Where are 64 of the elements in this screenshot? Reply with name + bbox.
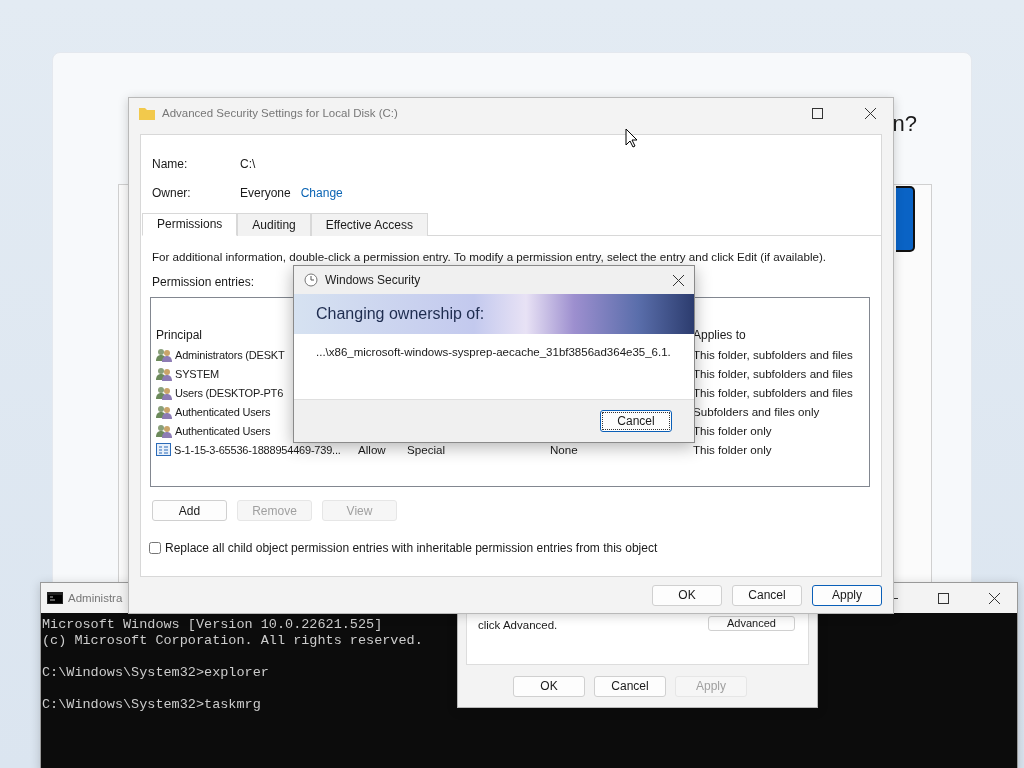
checkbox[interactable] [149, 542, 161, 554]
table-cell-text: Special [407, 442, 447, 458]
banner-title: Changing ownership of: [316, 305, 485, 323]
principal-name: S-1-15-3-65536-1888954469-739... [174, 443, 341, 456]
tab[interactable]: Auditing [237, 213, 311, 236]
table-cell-text: This folder only [693, 423, 773, 439]
window-title: Advanced Security Settings for Local Disk (C:) [162, 107, 398, 119]
field-value: Everyone [240, 185, 291, 200]
close-icon [672, 274, 684, 286]
primary-button-edge[interactable] [896, 186, 915, 252]
table-cell-text: None [550, 442, 579, 458]
dialog-note: click Advanced. [478, 619, 558, 633]
cancel-button[interactable]: Cancel [600, 410, 672, 432]
dialog-button[interactable]: Apply [812, 584, 882, 606]
users-icon [156, 366, 172, 381]
maximize-icon [937, 592, 949, 604]
console-line: (c) Microsoft Corporation. All rights reserved. [42, 633, 423, 649]
clock-icon [304, 273, 318, 287]
table-cell-text: This folder, subfolders and files [693, 366, 854, 382]
console-line: C:\Windows\System32>explorer [42, 665, 269, 681]
window-title: Windows Security [325, 273, 421, 287]
close-icon [864, 107, 876, 119]
table-cell-text: This folder, subfolders and files [693, 347, 854, 363]
table-cell-text: Allow [358, 442, 387, 458]
close-icon [988, 592, 1000, 604]
principal-name: Authenticated Users [175, 424, 271, 437]
app-grid-icon [156, 443, 171, 456]
folder-icon [139, 106, 155, 120]
column-header: Principal [156, 327, 204, 344]
console-line: Microsoft Windows [Version 10.0.22621.525] [42, 617, 383, 633]
field-value: C:\ [240, 156, 256, 171]
instructions-text: For additional information, double-click a permission entry. To modify a permission entry, select the entry and click Edit (if available). [152, 250, 827, 263]
table-cell-text: This folder, subfolders and files [693, 385, 854, 401]
principal-name: SYSTEM [175, 367, 220, 380]
tab[interactable]: Effective Access [310, 213, 428, 236]
dialog-button[interactable]: Cancel [732, 584, 802, 606]
window-heading: n? [892, 111, 917, 137]
window-title: Administra [68, 592, 123, 604]
entry-button[interactable]: Add [152, 500, 227, 521]
users-icon [156, 404, 172, 419]
column-header: Applies to [693, 327, 747, 344]
field-label: Owner: [152, 185, 192, 200]
users-icon [156, 385, 172, 400]
file-path: ...\x86_microsoft-windows-sysprep-aecache_31bf3856ad364e35_6.1. [316, 346, 672, 358]
principal-name: Authenticated Users [175, 405, 271, 418]
maximize-icon [811, 107, 823, 119]
checkbox-label: Replace all child object permission entries with inheritable permission entries from this object [165, 541, 658, 555]
table-cell-text: Subfolders and files only [693, 404, 821, 420]
principal-name: Users (DESKTOP-PT6 [175, 386, 284, 399]
principal-cell[interactable]: S-1-15-3-65536-1888954469-739... [156, 440, 358, 459]
users-icon [156, 347, 172, 362]
console-line: C:\Windows\System32>taskmrg [42, 697, 261, 713]
advanced-button[interactable]: Advanced [708, 616, 795, 631]
tab[interactable]: Permissions [142, 213, 238, 236]
users-icon [156, 423, 172, 438]
console-icon [47, 592, 63, 604]
section-label: Permission entries: [152, 275, 255, 289]
dialog-button[interactable]: Cancel [594, 675, 666, 697]
table-cell-text: This folder only [693, 442, 773, 458]
dialog-button[interactable]: OK [652, 584, 722, 606]
dialog-button[interactable]: OK [513, 675, 585, 697]
field-label: Name: [152, 156, 189, 171]
principal-name: Administrators (DESKT [175, 348, 285, 361]
change-link[interactable]: Change [300, 185, 343, 200]
